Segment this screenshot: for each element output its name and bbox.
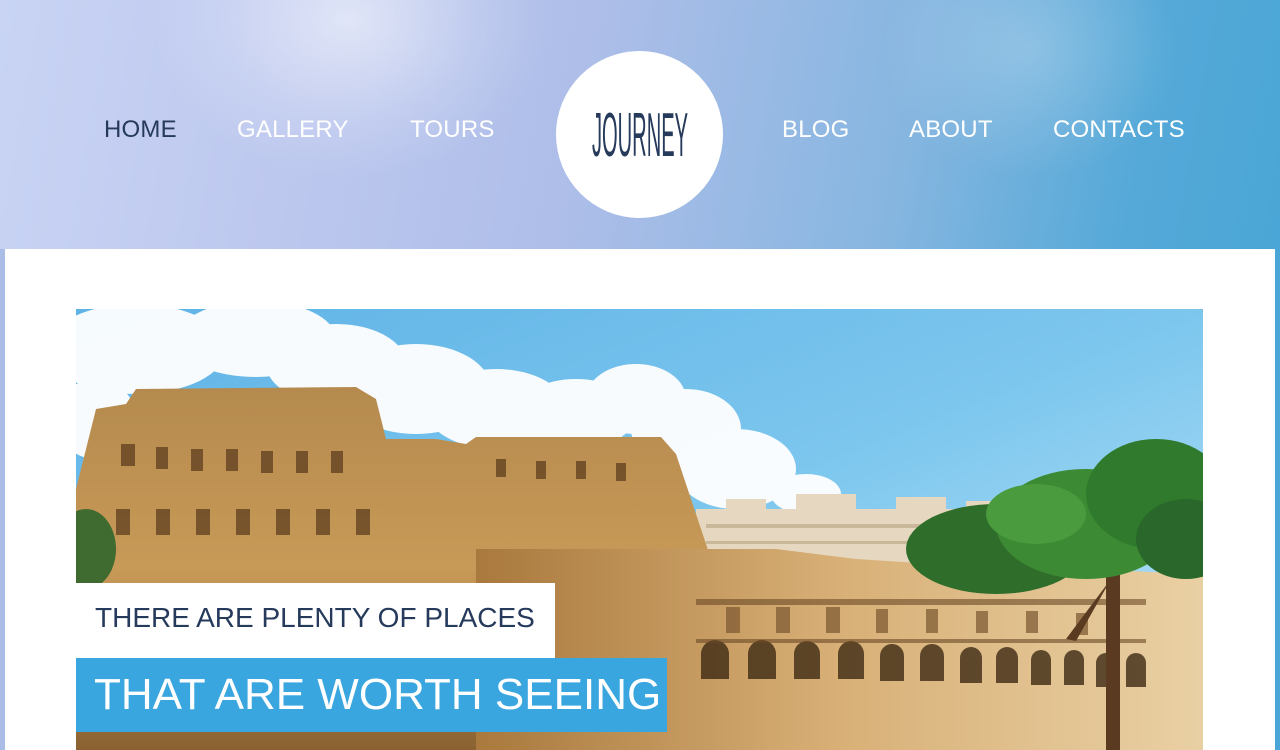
header-light-glow-secondary: [880, 0, 1180, 180]
logo-text: JOURNEY: [592, 101, 688, 170]
hero-caption-line-2: THAT ARE WORTH SEEING: [76, 658, 667, 732]
header-light-glow: [150, 0, 550, 180]
nav-contacts[interactable]: CONTACTS: [1053, 116, 1185, 144]
frame-border-right: [1275, 249, 1280, 750]
nav-home[interactable]: HOME: [104, 116, 177, 144]
nav-tours[interactable]: TOURS: [410, 116, 495, 144]
journey-logo-icon: JOURNEY: [592, 101, 688, 170]
nav-blog[interactable]: BLOG: [782, 116, 850, 144]
hero-caption-line-1: THERE ARE PLENTY OF PLACES: [76, 583, 555, 658]
site-header: HOME GALLERY TOURS JOURNEY BLOG ABOUT CO…: [0, 0, 1280, 249]
nav-about[interactable]: ABOUT: [909, 116, 993, 144]
nav-gallery[interactable]: GALLERY: [237, 116, 349, 144]
journey-logo[interactable]: JOURNEY: [556, 51, 723, 218]
